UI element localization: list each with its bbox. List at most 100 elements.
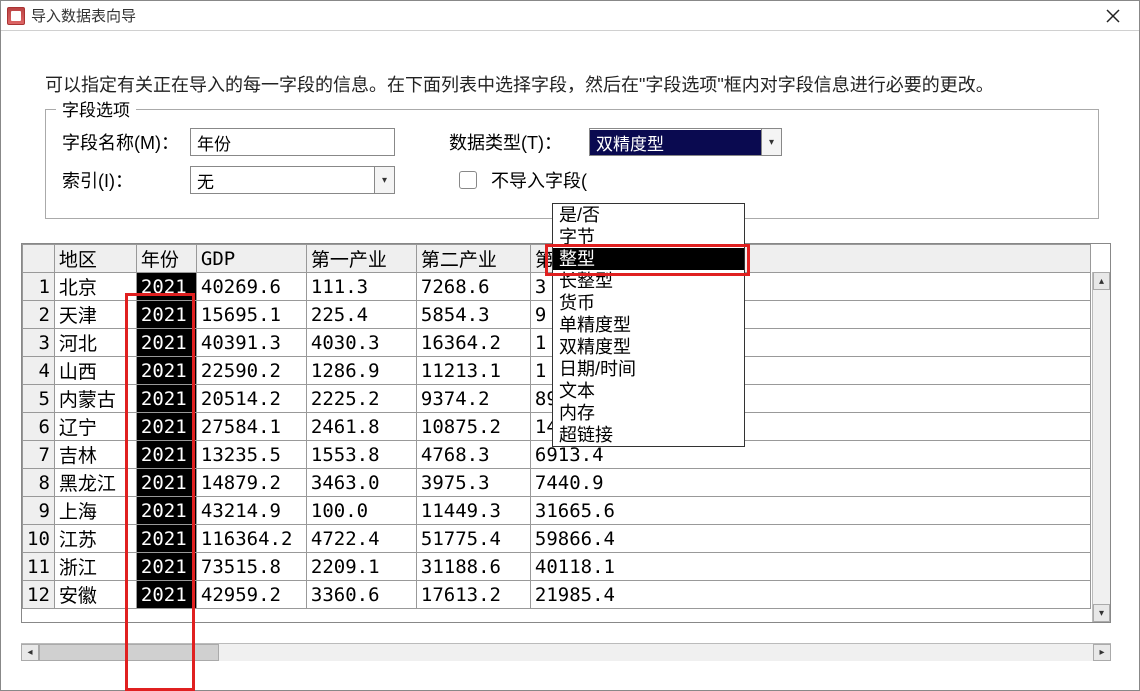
- table-cell[interactable]: 116364.2: [196, 525, 306, 553]
- index-combo[interactable]: 无 ▾: [190, 166, 395, 194]
- table-cell[interactable]: 天津: [54, 301, 136, 329]
- scroll-thumb[interactable]: [39, 644, 219, 661]
- table-cell[interactable]: 吉林: [54, 441, 136, 469]
- vertical-scrollbar[interactable]: ▴ ▾: [1092, 272, 1110, 622]
- close-button[interactable]: [1093, 3, 1133, 29]
- dropdown-option[interactable]: 单精度型: [553, 314, 744, 336]
- table-cell[interactable]: 27584.1: [196, 413, 306, 441]
- table-cell[interactable]: 100.0: [306, 497, 416, 525]
- dropdown-option[interactable]: 双精度型: [553, 336, 744, 358]
- table-cell[interactable]: 上海: [54, 497, 136, 525]
- data-type-combo[interactable]: 双精度型 ▾: [589, 128, 782, 156]
- table-cell[interactable]: 2021: [136, 357, 196, 385]
- table-cell[interactable]: 40269.6: [196, 273, 306, 301]
- table-row[interactable]: 12安徽202142959.23360.617613.221985.4: [23, 581, 1091, 609]
- table-cell[interactable]: 1553.8: [306, 441, 416, 469]
- skip-field-checkbox[interactable]: [459, 171, 477, 189]
- table-cell[interactable]: 2021: [136, 469, 196, 497]
- table-cell[interactable]: 2209.1: [306, 553, 416, 581]
- table-cell[interactable]: 浙江: [54, 553, 136, 581]
- table-row[interactable]: 8黑龙江202114879.23463.03975.37440.9: [23, 469, 1091, 497]
- table-cell[interactable]: 2021: [136, 329, 196, 357]
- table-cell[interactable]: 11449.3: [416, 497, 530, 525]
- table-cell[interactable]: 3463.0: [306, 469, 416, 497]
- chevron-down-icon[interactable]: ▾: [374, 167, 394, 193]
- dropdown-option[interactable]: 是/否: [553, 204, 744, 226]
- table-cell[interactable]: 山西: [54, 357, 136, 385]
- table-cell[interactable]: 42959.2: [196, 581, 306, 609]
- scroll-left-icon[interactable]: ◂: [21, 644, 39, 661]
- table-cell[interactable]: 2021: [136, 301, 196, 329]
- dropdown-option[interactable]: 超链接: [553, 424, 744, 446]
- table-cell[interactable]: 3975.3: [416, 469, 530, 497]
- table-cell[interactable]: 河北: [54, 329, 136, 357]
- table-cell[interactable]: 16364.2: [416, 329, 530, 357]
- table-cell[interactable]: 2021: [136, 413, 196, 441]
- column-header[interactable]: 年份: [136, 245, 196, 273]
- table-cell[interactable]: 2021: [136, 273, 196, 301]
- table-cell[interactable]: 4768.3: [416, 441, 530, 469]
- table-cell[interactable]: 14879.2: [196, 469, 306, 497]
- table-row[interactable]: 10江苏2021116364.24722.451775.459866.4: [23, 525, 1091, 553]
- table-cell[interactable]: 40118.1: [530, 553, 1090, 581]
- table-cell[interactable]: 43214.9: [196, 497, 306, 525]
- table-cell[interactable]: 7268.6: [416, 273, 530, 301]
- table-cell[interactable]: 9374.2: [416, 385, 530, 413]
- table-cell[interactable]: 1286.9: [306, 357, 416, 385]
- column-header[interactable]: 第一产业: [306, 245, 416, 273]
- table-cell[interactable]: 黑龙江: [54, 469, 136, 497]
- table-cell[interactable]: 3360.6: [306, 581, 416, 609]
- horizontal-scrollbar[interactable]: ◂ ▸: [21, 643, 1111, 661]
- dropdown-option[interactable]: 内存: [553, 402, 744, 424]
- table-row[interactable]: 11浙江202173515.82209.131188.640118.1: [23, 553, 1091, 581]
- table-cell[interactable]: 5854.3: [416, 301, 530, 329]
- column-header[interactable]: GDP: [196, 245, 306, 273]
- table-cell[interactable]: 15695.1: [196, 301, 306, 329]
- table-cell[interactable]: 40391.3: [196, 329, 306, 357]
- table-cell[interactable]: 2021: [136, 581, 196, 609]
- column-header[interactable]: 地区: [54, 245, 136, 273]
- dropdown-option[interactable]: 长整型: [553, 270, 744, 292]
- dropdown-option[interactable]: 整型: [553, 248, 744, 270]
- table-cell[interactable]: 31665.6: [530, 497, 1090, 525]
- table-cell[interactable]: 北京: [54, 273, 136, 301]
- table-cell[interactable]: 2021: [136, 385, 196, 413]
- table-cell[interactable]: 江苏: [54, 525, 136, 553]
- table-cell[interactable]: 10875.2: [416, 413, 530, 441]
- table-cell[interactable]: 20514.2: [196, 385, 306, 413]
- table-cell[interactable]: 13235.5: [196, 441, 306, 469]
- table-cell[interactable]: 73515.8: [196, 553, 306, 581]
- table-cell[interactable]: 2021: [136, 497, 196, 525]
- table-cell[interactable]: 21985.4: [530, 581, 1090, 609]
- table-cell[interactable]: 安徽: [54, 581, 136, 609]
- data-type-dropdown[interactable]: 是/否字节整型长整型货币单精度型双精度型日期/时间文本内存超链接: [552, 203, 745, 447]
- table-cell[interactable]: 225.4: [306, 301, 416, 329]
- table-cell[interactable]: 内蒙古: [54, 385, 136, 413]
- scroll-right-icon[interactable]: ▸: [1093, 644, 1111, 661]
- table-cell[interactable]: 51775.4: [416, 525, 530, 553]
- table-cell[interactable]: 22590.2: [196, 357, 306, 385]
- scroll-down-icon[interactable]: ▾: [1093, 604, 1110, 622]
- table-cell[interactable]: 2225.2: [306, 385, 416, 413]
- dropdown-option[interactable]: 字节: [553, 226, 744, 248]
- dropdown-option[interactable]: 文本: [553, 380, 744, 402]
- table-cell[interactable]: 59866.4: [530, 525, 1090, 553]
- dropdown-option[interactable]: 日期/时间: [553, 358, 744, 380]
- table-cell[interactable]: 31188.6: [416, 553, 530, 581]
- table-cell[interactable]: 11213.1: [416, 357, 530, 385]
- table-cell[interactable]: 2021: [136, 525, 196, 553]
- table-row[interactable]: 9上海202143214.9100.011449.331665.6: [23, 497, 1091, 525]
- table-cell[interactable]: 17613.2: [416, 581, 530, 609]
- table-cell[interactable]: 7440.9: [530, 469, 1090, 497]
- table-cell[interactable]: 辽宁: [54, 413, 136, 441]
- table-cell[interactable]: 2461.8: [306, 413, 416, 441]
- table-cell[interactable]: 4030.3: [306, 329, 416, 357]
- chevron-down-icon[interactable]: ▾: [761, 129, 781, 155]
- column-header[interactable]: [23, 245, 55, 273]
- table-cell[interactable]: 2021: [136, 553, 196, 581]
- table-cell[interactable]: 4722.4: [306, 525, 416, 553]
- scroll-up-icon[interactable]: ▴: [1093, 272, 1110, 290]
- column-header[interactable]: 第二产业: [416, 245, 530, 273]
- dropdown-option[interactable]: 货币: [553, 292, 744, 314]
- field-name-input[interactable]: [190, 128, 395, 156]
